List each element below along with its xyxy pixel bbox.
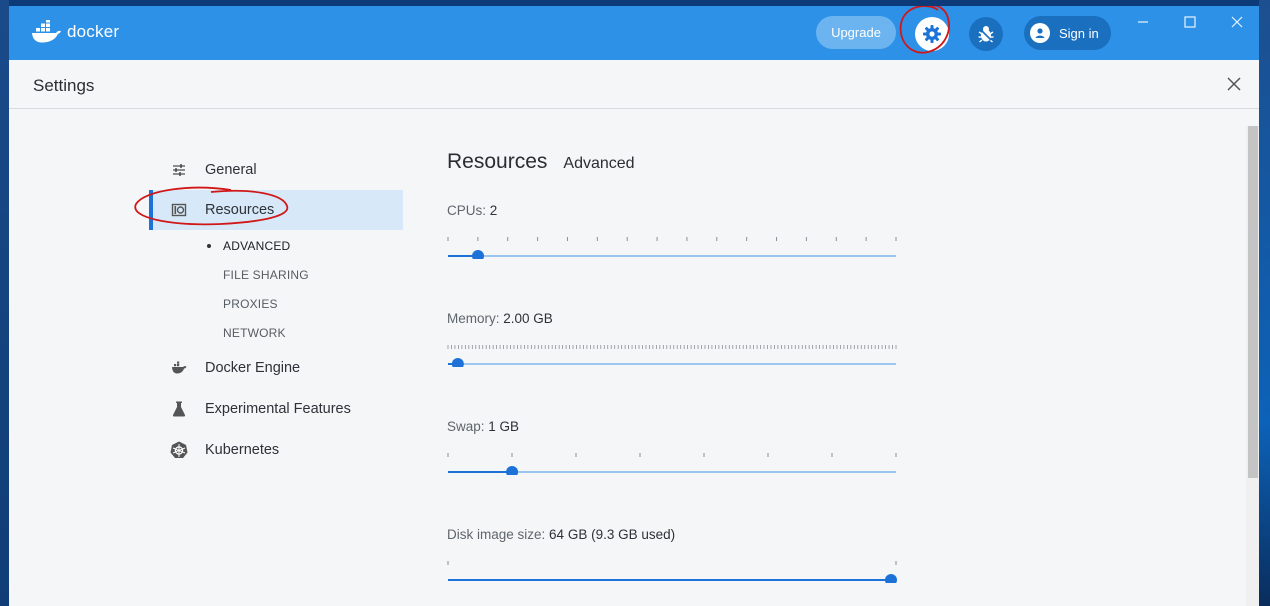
minimize-icon — [1138, 21, 1148, 23]
maximize-icon — [1184, 16, 1196, 28]
sidebar-item-label: Docker Engine — [205, 360, 301, 376]
slider-knob[interactable] — [472, 250, 485, 259]
disk-image-size-label: Disk image size: 64 GB (9.3 GB used) — [447, 527, 676, 542]
sidebar-item-experimental-features[interactable]: Experimental Features — [149, 389, 399, 429]
sidebar-item-label: Resources — [205, 202, 275, 218]
subnav-advanced[interactable]: ADVANCED — [207, 239, 291, 253]
content-subtitle: Advanced — [563, 155, 635, 172]
gear-icon — [923, 25, 941, 43]
logo-text: docker — [67, 22, 120, 41]
close-icon — [1227, 77, 1241, 91]
subnav-file-sharing[interactable]: FILE SHARING — [223, 268, 309, 282]
scrollbar-thumb[interactable] — [1248, 126, 1258, 478]
swap-slider[interactable] — [447, 445, 897, 475]
slider-knob[interactable] — [451, 358, 464, 367]
sign-in-label: Sign in — [1059, 25, 1099, 41]
flask-icon — [169, 399, 189, 419]
active-bullet — [207, 244, 211, 248]
sidebar-item-general[interactable]: General — [149, 150, 399, 190]
sidebar-item-label: Experimental Features — [205, 401, 351, 417]
sidebar-item-label: General — [205, 162, 257, 178]
memory-slider[interactable] — [447, 337, 897, 367]
disk-image-size-slider[interactable] — [447, 553, 897, 583]
cpus-slider[interactable] — [447, 229, 897, 259]
slider-knob[interactable] — [885, 574, 897, 583]
whale-logo-icon — [32, 20, 61, 43]
desktop-background-right — [1259, 0, 1270, 606]
upgrade-button[interactable]: Upgrade — [816, 16, 896, 49]
sidebar-item-kubernetes[interactable]: Kubernetes — [149, 430, 399, 470]
minimize-button[interactable] — [1133, 12, 1153, 32]
sliders-icon — [169, 160, 189, 180]
page-title: Settings — [33, 76, 95, 95]
user-icon — [1030, 23, 1050, 43]
bug-icon — [978, 26, 994, 43]
sidebar-item-label: Kubernetes — [205, 442, 280, 458]
whale-icon — [169, 358, 189, 378]
subnav-label: NETWORK — [223, 326, 286, 340]
docker-settings-window: docker Upgrade Sign in Settings General … — [9, 6, 1259, 606]
desktop-background — [0, 0, 9, 606]
title-bar: docker Upgrade Sign in — [9, 6, 1259, 60]
disk-icon — [169, 200, 189, 220]
close-window-button[interactable] — [1227, 12, 1247, 32]
maximize-button[interactable] — [1180, 12, 1200, 32]
subnav-network[interactable]: NETWORK — [223, 326, 286, 340]
helm-icon — [169, 440, 189, 460]
sidebar-item-docker-engine[interactable]: Docker Engine — [149, 348, 399, 388]
content-title: Resources — [447, 150, 548, 173]
subnav-proxies[interactable]: PROXIES — [223, 297, 278, 311]
cpus-label: CPUs: 2 — [447, 203, 498, 218]
close-icon — [1231, 16, 1243, 28]
sign-in-button[interactable]: Sign in — [1024, 16, 1111, 50]
memory-label: Memory: 2.00 GB — [447, 311, 553, 326]
slider-knob[interactable] — [506, 466, 519, 475]
subnav-label: FILE SHARING — [223, 268, 309, 282]
docker-logo: docker — [31, 20, 119, 44]
content-header: Resources Advanced — [447, 150, 635, 174]
settings-button[interactable] — [915, 17, 949, 51]
troubleshoot-button[interactable] — [969, 17, 1003, 51]
close-settings-button[interactable] — [1224, 74, 1244, 94]
subnav-label: PROXIES — [223, 297, 278, 311]
settings-header: Settings — [9, 60, 1259, 109]
subnav-label: ADVANCED — [223, 239, 291, 253]
sidebar-item-resources[interactable]: Resources — [149, 190, 403, 230]
swap-label: Swap: 1 GB — [447, 419, 520, 434]
